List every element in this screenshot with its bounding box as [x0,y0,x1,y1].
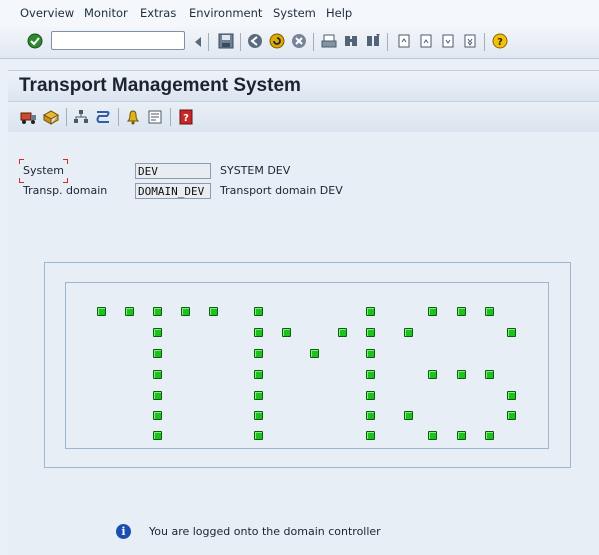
logo-dot [457,431,466,440]
first-page-icon[interactable] [395,32,413,50]
transport-domain-field[interactable]: DOMAIN_DEV [135,183,211,199]
logo-dot [97,307,106,316]
logo-dot [428,370,437,379]
transport-truck-icon[interactable] [20,108,38,126]
help-book-icon[interactable]: ? [177,108,195,126]
status-message: You are logged onto the domain controlle… [149,525,381,538]
logo-dot [254,307,263,316]
enter-check-icon[interactable] [26,32,44,50]
logo-dot [209,307,218,316]
logo-dot [254,391,263,400]
tms-logo-inner-frame [65,282,549,449]
help-icon[interactable]: ? [491,32,509,50]
logo-dot [153,411,162,420]
logo-dot [366,349,375,358]
logo-dot [507,391,516,400]
system-description: SYSTEM DEV [220,164,291,177]
logo-dot [153,431,162,440]
command-field[interactable] [51,31,185,50]
logo-dot [457,370,466,379]
logo-dot [310,349,319,358]
svg-text:?: ? [497,37,503,48]
logo-dot [181,307,190,316]
next-page-icon[interactable] [439,32,457,50]
logo-dot [428,431,437,440]
menu-environment[interactable]: Environment [189,6,262,20]
logo-dot [485,431,494,440]
title-bar: Transport Management System [8,70,599,101]
logo-dot [366,431,375,440]
info-icon: i [116,524,131,539]
logo-dot [153,349,162,358]
menu-monitor[interactable]: Monitor [84,6,128,20]
logo-dot [366,307,375,316]
logo-dot [428,307,437,316]
logo-dot [254,431,263,440]
logo-dot [366,328,375,337]
cancel-icon[interactable] [290,32,308,50]
application-toolbar: ? [8,101,599,133]
page-title: Transport Management System [19,75,301,96]
logo-dot [366,391,375,400]
print-icon[interactable] [320,32,338,50]
exit-icon[interactable] [268,32,286,50]
system-toolbar: ? [0,26,599,59]
system-label[interactable]: System [23,164,64,177]
back-icon[interactable] [246,32,264,50]
logo-dot [282,328,291,337]
previous-page-icon[interactable] [417,32,435,50]
logo-dot [507,411,516,420]
focus-corner [63,178,68,183]
system-overview-icon[interactable] [72,108,90,126]
last-page-icon[interactable] [461,32,479,50]
monitor-log-icon[interactable] [146,108,164,126]
logo-dot [366,370,375,379]
logo-dot [153,391,162,400]
alert-bell-icon[interactable] [124,108,142,126]
system-field[interactable]: DEV [135,163,211,179]
logo-dot [254,370,263,379]
focus-corner [19,178,24,183]
menu-help[interactable]: Help [326,6,352,20]
transport-domain-description: Transport domain DEV [220,184,343,197]
logo-dot [254,411,263,420]
menu-extras[interactable]: Extras [140,6,176,20]
logo-dot [404,328,413,337]
logo-dot [507,328,516,337]
logo-dot [457,307,466,316]
menu-overview[interactable]: Overview [20,6,74,20]
transport-domain-label[interactable]: Transp. domain [23,184,107,197]
logo-dot [153,307,162,316]
logo-dot [485,307,494,316]
logo-dot [254,349,263,358]
logo-dot [338,328,347,337]
logo-dot [254,328,263,337]
logo-dot [485,370,494,379]
find-icon[interactable] [342,32,360,50]
menu-system[interactable]: System [273,6,316,20]
collapse-arrow-icon[interactable] [189,33,207,51]
logo-dot [153,328,162,337]
svg-text:?: ? [183,113,189,124]
find-next-icon[interactable] [364,32,382,50]
save-icon[interactable] [217,32,235,50]
logo-dot [125,307,134,316]
import-package-icon[interactable] [42,108,60,126]
menu-bar: Overview Monitor Extras Environment Syst… [0,0,599,27]
transport-routes-icon[interactable] [94,108,112,126]
logo-dot [404,411,413,420]
logo-dot [366,411,375,420]
logo-dot [153,370,162,379]
